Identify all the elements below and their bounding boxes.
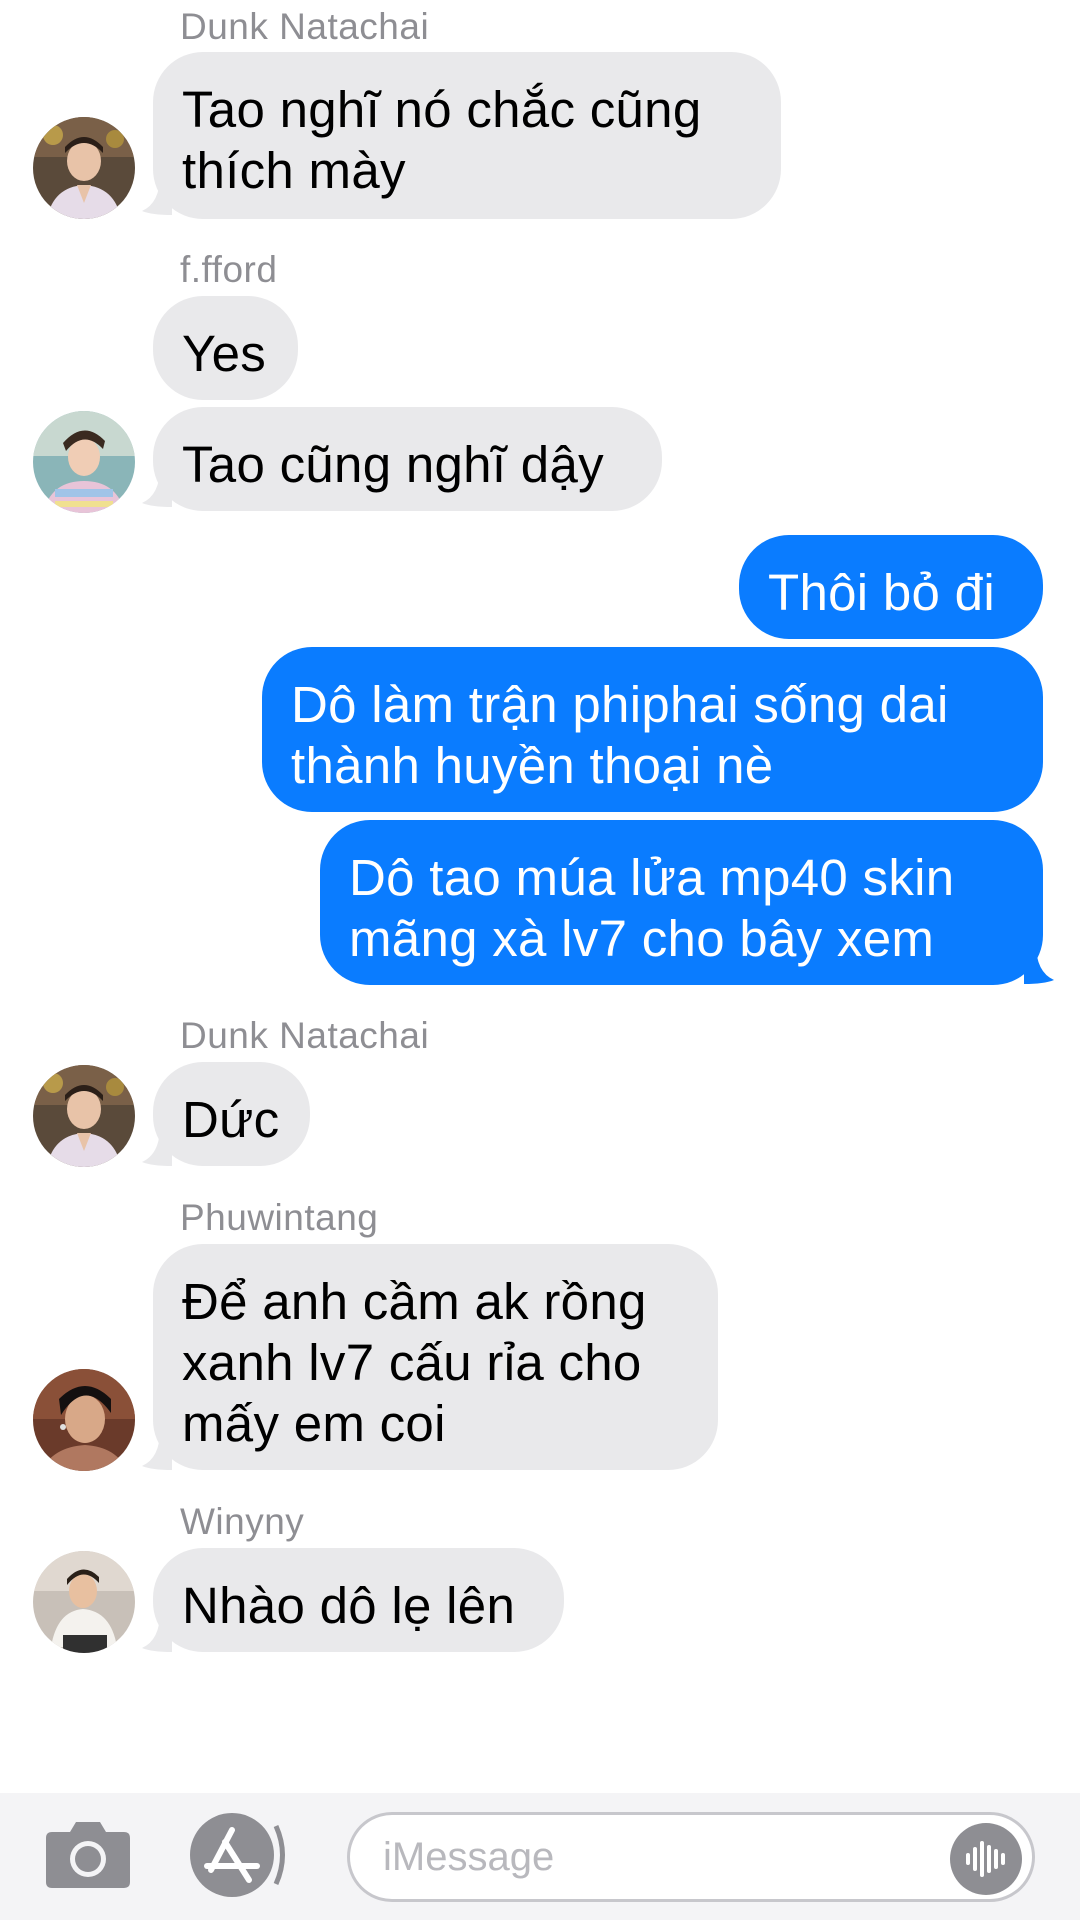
message-bubble-outgoing[interactable]: Thôi bỏ đi <box>739 535 1043 639</box>
sender-name: f.fford <box>180 249 278 290</box>
message-bubble-incoming[interactable]: Yes <box>153 296 298 400</box>
message-bubble-incoming[interactable]: Tao cũng nghĩ dậy <box>153 407 662 511</box>
chat-screen: Dunk Natachai Tao nghĩ nó chắc cũng thíc… <box>0 0 1080 1920</box>
message-bubble-incoming[interactable]: Nhào dô lẹ lên <box>153 1548 564 1652</box>
sender-name: Dunk Natachai <box>180 1015 430 1056</box>
audio-waveform-icon[interactable] <box>950 1823 1022 1895</box>
camera-icon[interactable] <box>44 1818 132 1895</box>
avatar-winyny[interactable] <box>33 1551 135 1653</box>
message-bubble-incoming[interactable]: Dức <box>153 1062 310 1166</box>
avatar-dunk[interactable] <box>33 1065 135 1167</box>
imessage-placeholder: iMessage <box>383 1835 555 1879</box>
sender-name: Phuwintang <box>180 1197 379 1238</box>
message-bubble-incoming[interactable]: Tao nghĩ nó chắc cũng thích mày <box>153 52 781 219</box>
imessage-input[interactable]: iMessage <box>347 1812 1035 1902</box>
message-bubble-outgoing[interactable]: Dô tao múa lửa mp40 skin mãng xà lv7 cho… <box>320 820 1043 985</box>
message-bubble-outgoing[interactable]: Dô làm trận phiphai sống dai thành huyền… <box>262 647 1043 812</box>
sender-name: Dunk Natachai <box>180 6 430 47</box>
avatar-dunk[interactable] <box>33 117 135 219</box>
message-bubble-incoming[interactable]: Để anh cầm ak rồng xanh lv7 cấu rỉa cho … <box>153 1244 718 1470</box>
avatar-phuwin[interactable] <box>33 1369 135 1471</box>
app-store-icon[interactable] <box>189 1812 289 1903</box>
avatar-fford[interactable] <box>33 411 135 513</box>
sender-name: Winyny <box>180 1501 305 1542</box>
bubble-tail <box>1024 944 1054 984</box>
